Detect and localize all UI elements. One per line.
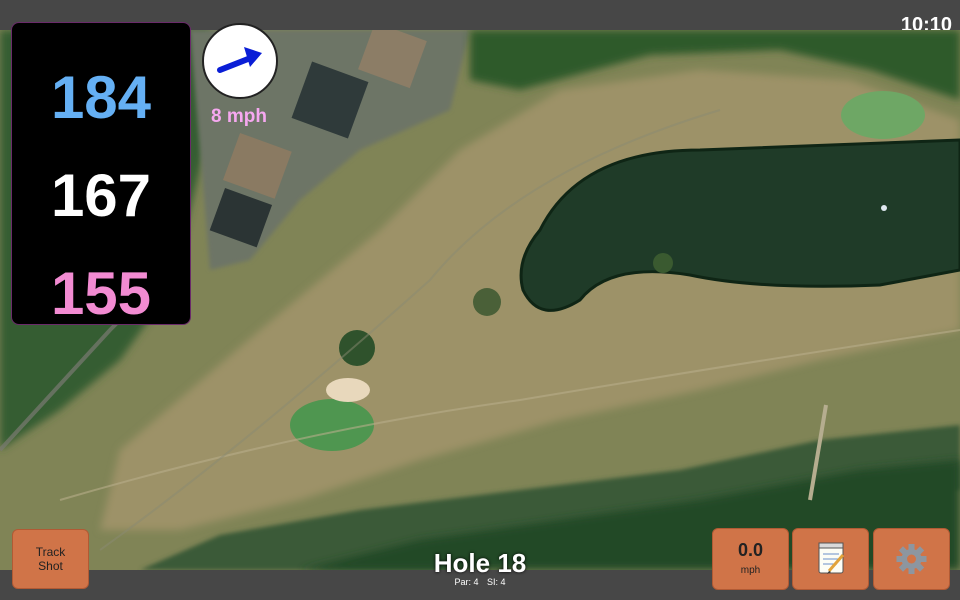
center-yardage: 167 [50,162,152,229]
front-yardage: 155 [50,260,152,327]
track-shot-button[interactable]: Track Shot [12,529,89,589]
track-shot-label-line1: Track [35,545,66,559]
notepad-icon [818,542,845,574]
track-shot-label-line2: Shot [38,559,63,573]
wind-direction-arrow-icon [217,47,262,73]
wind-speed-label: 8 mph [211,106,267,127]
yardage-panel: 184 167 155 [11,22,191,327]
gear-icon [896,544,927,574]
scorecard-notes-button[interactable] [792,528,869,590]
back-yardage: 184 [50,64,152,131]
hole-info: Par: 4 SI: 4 [380,577,580,587]
speed-value: 0.0 [737,540,764,560]
hole-title: Hole 18 [433,548,527,578]
speed-unit: mph [740,565,761,576]
hole-stroke-index: SI: 4 [487,577,506,587]
speed-button[interactable]: 0.0 mph [712,528,789,590]
wind-indicator [202,23,278,99]
settings-button[interactable] [873,528,950,590]
hole-par: Par: 4 [454,577,479,587]
